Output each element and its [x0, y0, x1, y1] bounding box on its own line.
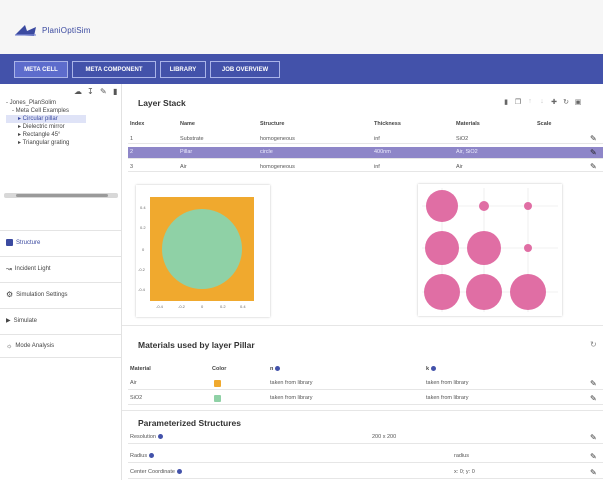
download-icon[interactable]: ↧ [87, 88, 95, 96]
tree-item-triangular-grating[interactable]: ▸ Triangular grating [6, 139, 86, 147]
table-row[interactable]: 1 Substrate homogeneous inf SiO2 ✎ [128, 134, 603, 144]
library-cell-circle [479, 201, 489, 211]
info-icon[interactable] [275, 366, 281, 372]
material-color-swatch [214, 380, 221, 387]
y-tick-label: -0.2 [138, 267, 146, 272]
layer-stack-title: Layer Stack [138, 98, 186, 108]
table-row[interactable]: 2 Pillar circle 400nm Air, SiO2 ✎ [128, 147, 603, 159]
materials-title: Materials used by layer Pillar [138, 340, 255, 350]
x-tick-label: -0.2 [178, 304, 186, 309]
layer-stack-toolbar: ▮ ❐ ↑ ↓ ✚ ↻ ▣ [502, 98, 582, 106]
edit-icon[interactable]: ✎ [590, 453, 598, 461]
tree-toolbar: ☁ ↧ ✎ ▮ [74, 88, 121, 96]
app-header: PlaniOptiSim [0, 0, 603, 54]
info-icon[interactable] [176, 469, 182, 475]
app-name: PlaniOptiSim [42, 25, 91, 35]
scrollbar-thumb[interactable] [16, 194, 108, 197]
library-cell-circle [426, 190, 458, 222]
info-icon[interactable] [158, 434, 163, 440]
material-color-swatch [214, 395, 221, 402]
edit-icon[interactable]: ✎ [590, 163, 598, 171]
edit-icon[interactable]: ✎ [590, 395, 598, 403]
pillar-circle [162, 209, 242, 289]
settings-gear-icon: ⚙ [6, 290, 14, 299]
structure-icon [6, 239, 13, 246]
menu-incident-light[interactable]: ↝ Incident Light [0, 256, 121, 280]
refresh-icon[interactable]: ↻ [590, 340, 597, 349]
table-row[interactable]: SiO2 taken from library taken from libra… [128, 392, 603, 405]
x-tick-label: 0.4 [240, 304, 246, 309]
library-cell-circle [466, 274, 502, 310]
edit-icon[interactable]: ✎ [590, 469, 598, 477]
menu-structure[interactable]: Structure [0, 230, 121, 254]
param-row-radius[interactable]: Radius radius ✎ [128, 451, 603, 463]
materials-table-header: Material Color n k [128, 364, 603, 374]
menu-simulation-settings[interactable]: ⚙ Simulation Settings [0, 282, 121, 306]
play-icon: ▶ [6, 318, 11, 324]
table-row[interactable]: Air taken from library taken from librar… [128, 377, 603, 390]
y-tick-label: 0.2 [140, 225, 146, 230]
edit-icon[interactable]: ✎ [590, 380, 598, 388]
delete-icon[interactable]: ▮ [113, 88, 121, 96]
x-tick-label: 0.2 [220, 304, 226, 309]
refresh-icon[interactable]: ↻ [562, 98, 570, 106]
structure-plot-canvas: 0.4 0.2 0 -0.2 -0.4 -0.4 -0.2 0 0.2 0.4 [138, 197, 254, 309]
light-icon: ↝ [6, 265, 12, 273]
parameterized-title: Parameterized Structures [138, 418, 241, 428]
section-divider [122, 325, 603, 326]
info-icon[interactable] [149, 453, 155, 459]
tree-item-examples[interactable]: - Meta Cell Examples [6, 107, 86, 115]
sidebar: ☁ ↧ ✎ ▮ - Jones_PlanSolim - Meta Cell Ex… [0, 84, 122, 480]
library-cell-circle [424, 274, 460, 310]
tree-item-circular-pillar[interactable]: ▸ Circular pillar [6, 115, 86, 123]
edit-icon[interactable]: ✎ [100, 88, 108, 96]
save-icon[interactable]: ▣ [574, 98, 582, 106]
main-nav: META CELL META COMPONENT LIBRARY JOB OVE… [0, 54, 603, 84]
app-logo[interactable]: PlaniOptiSim [14, 22, 91, 38]
y-tick-label: 0 [142, 247, 145, 252]
table-row[interactable]: 3 Air homogeneous inf Air ✎ [128, 162, 603, 172]
layer-table-header: Index Name Structure Thickness Materials… [130, 121, 552, 127]
x-tick-label: -0.4 [156, 304, 164, 309]
library-cell-circle [524, 202, 532, 210]
section-divider [122, 410, 603, 411]
edit-icon[interactable]: ✎ [590, 149, 598, 157]
tree-item-rectangle[interactable]: ▸ Rectangle 45° [6, 131, 86, 139]
tree-scrollbar[interactable] [4, 193, 118, 198]
library-cell-circle [425, 231, 459, 265]
logo-icon [15, 25, 36, 36]
tree-item-dielectric-mirror[interactable]: ▸ Dielectric mirror [6, 123, 86, 131]
param-row-center[interactable]: Center Coordinate x: 0; y: 0 ✎ [128, 467, 603, 479]
mode-analysis-icon: ☼ [6, 342, 13, 350]
copy-layer-icon[interactable]: ❐ [514, 98, 522, 106]
tab-job-overview[interactable]: JOB OVERVIEW [210, 61, 280, 78]
library-plot[interactable] [418, 184, 562, 316]
move-down-icon[interactable]: ↓ [538, 98, 546, 106]
info-icon[interactable] [431, 366, 437, 372]
cloud-upload-icon[interactable]: ☁ [74, 88, 82, 96]
delete-layer-icon[interactable]: ▮ [502, 98, 510, 106]
structure-plot[interactable]: 0.4 0.2 0 -0.2 -0.4 -0.4 -0.2 0 0.2 0.4 [136, 185, 270, 317]
project-tree: - Jones_PlanSolim - Meta Cell Examples ▸… [6, 99, 86, 147]
param-row-resolution[interactable]: Resolution 200 x 200 ✎ [128, 432, 603, 444]
y-tick-label: 0.4 [140, 205, 146, 210]
library-cell-circle [467, 231, 501, 265]
tab-library[interactable]: LIBRARY [160, 61, 206, 78]
menu-mode-analysis[interactable]: ☼ Mode Analysis [0, 334, 121, 358]
library-cell-circle [510, 274, 546, 310]
library-cell-circle [524, 244, 532, 252]
library-plot-canvas [422, 188, 558, 312]
move-up-icon[interactable]: ↑ [526, 98, 534, 106]
y-tick-label: -0.4 [138, 287, 146, 292]
edit-icon[interactable]: ✎ [590, 434, 598, 442]
edit-icon[interactable]: ✎ [590, 135, 598, 143]
tree-item-project[interactable]: - Jones_PlanSolim [6, 99, 86, 107]
tab-meta-cell[interactable]: META CELL [14, 61, 68, 78]
x-tick-label: 0 [201, 304, 204, 309]
tab-meta-component[interactable]: META COMPONENT [72, 61, 156, 78]
add-layer-icon[interactable]: ✚ [550, 98, 558, 106]
menu-simulate[interactable]: ▶ Simulate [0, 308, 121, 332]
